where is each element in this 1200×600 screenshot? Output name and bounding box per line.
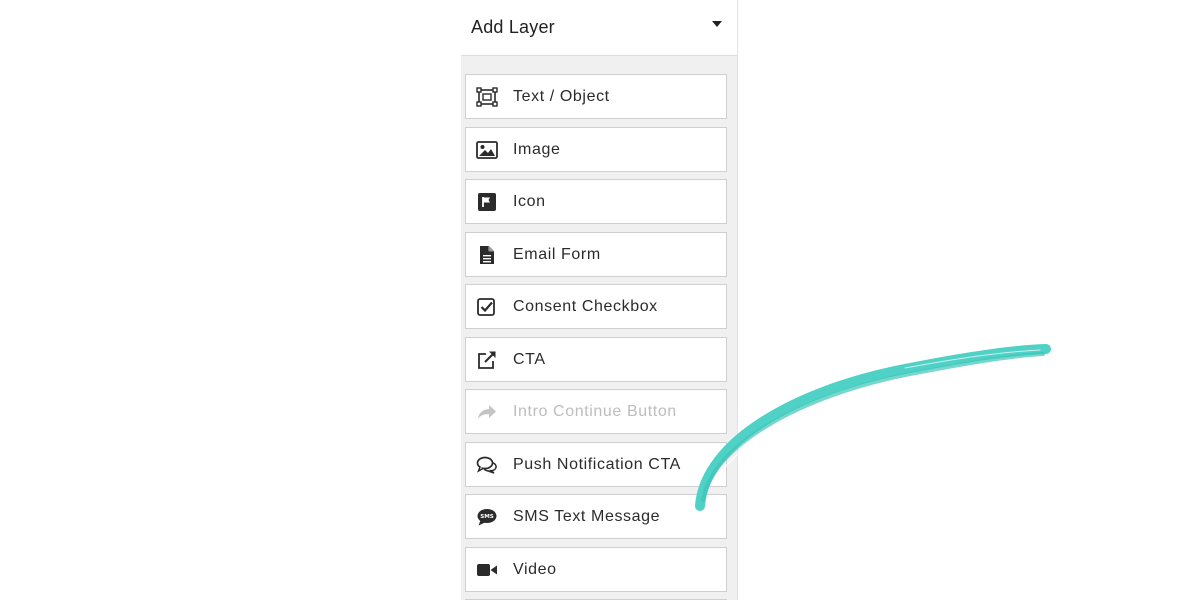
layer-list: Text / Object Image Icon Email Form Cons… [465, 74, 727, 600]
external-link-icon [476, 350, 498, 370]
layer-item-label: Image [513, 140, 561, 158]
layer-item-intro-continue-button[interactable]: Intro Continue Button [465, 389, 727, 434]
layer-item-label: Icon [513, 193, 546, 210]
caret-down-icon[interactable] [712, 21, 722, 27]
chat-bubbles-icon [476, 455, 498, 475]
layer-item-image[interactable]: Image [465, 126, 727, 172]
panel-header[interactable]: Add Layer [461, 0, 737, 56]
stage: Add Layer Text / Object Image Icon Email… [0, 0, 1200, 600]
image-icon [476, 140, 498, 160]
layer-item-video[interactable]: Video [465, 546, 727, 592]
document-icon [476, 245, 498, 265]
layer-item-label: Consent Checkbox [513, 298, 658, 315]
layer-item-consent-checkbox[interactable]: Consent Checkbox [465, 284, 727, 329]
add-layer-panel: Add Layer Text / Object Image Icon Email… [461, 0, 738, 600]
layer-item-text-object[interactable]: Text / Object [465, 74, 727, 119]
layer-item-sms-text-message[interactable]: SMS SMS Text Message [465, 494, 727, 539]
text-object-icon [476, 87, 498, 107]
video-camera-icon [476, 560, 498, 580]
flag-icon [476, 192, 498, 212]
layer-item-label: Video [513, 560, 557, 578]
layer-item-label: SMS Text Message [513, 508, 661, 525]
svg-text:SMS: SMS [480, 514, 494, 520]
layer-item-label: Push Notification CTA [513, 455, 681, 473]
layer-item-label: Email Form [513, 245, 601, 263]
layer-item-label: CTA [513, 350, 546, 368]
share-arrow-icon [476, 402, 498, 422]
layer-item-label: Intro Continue Button [513, 403, 677, 420]
layer-item-icon[interactable]: Icon [465, 179, 727, 224]
sms-bubble-icon: SMS [476, 507, 498, 527]
checkbox-icon [476, 297, 498, 317]
layer-item-push-notification-cta[interactable]: Push Notification CTA [465, 441, 727, 487]
layer-item-label: Text / Object [513, 88, 610, 105]
layer-item-cta[interactable]: CTA [465, 336, 727, 382]
panel-title: Add Layer [471, 17, 555, 37]
layer-item-email-form[interactable]: Email Form [465, 231, 727, 277]
